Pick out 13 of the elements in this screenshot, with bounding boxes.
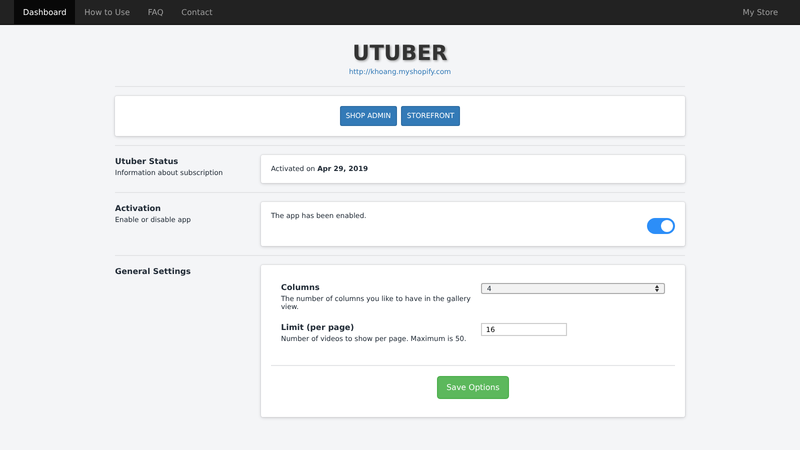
updown-icon (655, 285, 659, 292)
toggle-switch[interactable] (647, 218, 675, 234)
store-link[interactable]: My Store (734, 0, 786, 24)
nav-tab[interactable]: FAQ (138, 0, 172, 24)
nav-tab[interactable]: Contact (172, 0, 222, 24)
field-label: Limit (per page) (281, 323, 355, 332)
section-title: Utuber Status (115, 157, 180, 166)
field-label: Columns (281, 283, 321, 292)
store-title: UTUBER (352, 41, 448, 65)
nav-tab[interactable]: Dashboard (14, 0, 76, 24)
section-title: General Settings (115, 267, 192, 276)
section-title: Activation (115, 204, 162, 213)
nav-tab[interactable]: How to Use (75, 0, 139, 24)
